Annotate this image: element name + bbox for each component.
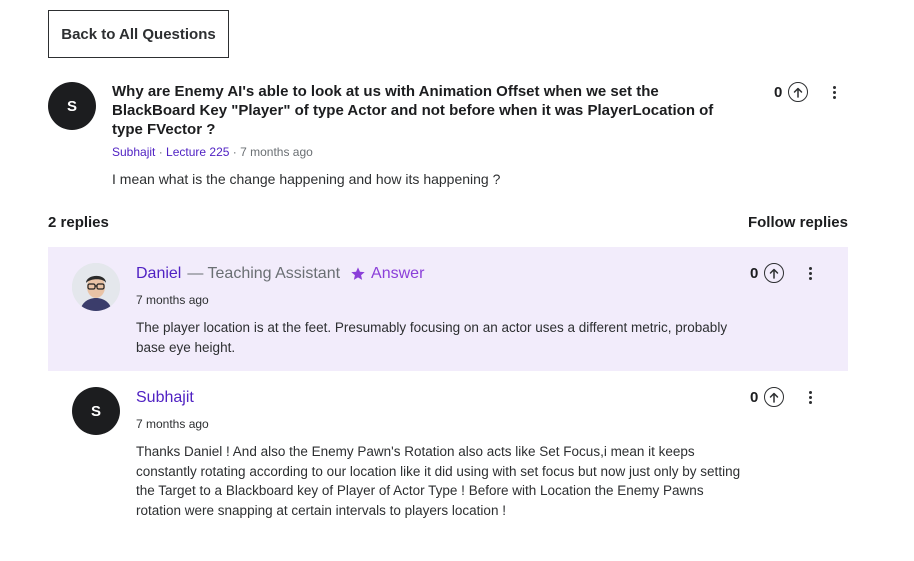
reply-vote: 0	[750, 263, 785, 283]
upvote-button[interactable]	[764, 387, 785, 407]
avatar[interactable]: S	[48, 82, 96, 130]
question-more-options-icon[interactable]	[828, 83, 840, 101]
arrow-up-icon	[770, 268, 779, 279]
avatar[interactable]	[72, 263, 120, 311]
avatar[interactable]: S	[72, 387, 120, 435]
user-photo-icon	[72, 263, 120, 311]
meta-separator: ·	[229, 145, 241, 159]
answer-badge: Answer	[350, 265, 424, 283]
replies-header: 2 replies Follow replies	[48, 214, 848, 234]
vote-count: 0	[750, 388, 759, 406]
vote-count: 0	[774, 83, 783, 101]
reply-item: S Subhajit 7 months ago Thanks Daniel ! …	[48, 371, 848, 531]
reply-more-options-icon[interactable]	[804, 264, 816, 282]
reply-author-line: Daniel — Teaching Assistant Answer	[136, 265, 424, 283]
reply-time: 7 months ago	[136, 417, 209, 431]
reply-vote: 0	[750, 387, 785, 407]
question-vote: 0	[774, 82, 809, 102]
star-icon	[351, 267, 365, 280]
question-body: I mean what is the change happening and …	[112, 171, 501, 187]
reply-author-role: — Teaching Assistant	[187, 265, 341, 282]
reply-item: Daniel — Teaching Assistant Answer 7 mon…	[48, 247, 848, 371]
answer-badge-label: Answer	[371, 265, 425, 282]
reply-time: 7 months ago	[136, 293, 209, 307]
question-time: 7 months ago	[240, 145, 313, 159]
question-meta: Subhajit · Lecture 225 · 7 months ago	[112, 145, 313, 159]
vote-count: 0	[750, 264, 759, 282]
reply-body: The player location is at the feet. Pres…	[136, 320, 728, 355]
meta-separator: ·	[155, 145, 167, 159]
replies-count: 2 replies	[48, 214, 109, 231]
arrow-up-icon	[794, 87, 803, 98]
arrow-up-icon	[770, 392, 779, 403]
lecture-link[interactable]: Lecture 225	[166, 145, 229, 159]
reply-more-options-icon[interactable]	[804, 388, 816, 406]
reply-author-name[interactable]: Subhajit	[136, 389, 194, 407]
question-title: Why are Enemy AI's able to look at us wi…	[112, 83, 714, 138]
back-to-all-questions-button[interactable]: Back to All Questions	[48, 10, 229, 58]
upvote-button[interactable]	[788, 82, 809, 102]
upvote-button[interactable]	[764, 263, 785, 283]
follow-replies-button[interactable]: Follow replies	[748, 214, 848, 231]
reply-author-line: Subhajit	[136, 389, 194, 407]
reply-author-name[interactable]: Daniel	[136, 265, 181, 283]
question-author-link[interactable]: Subhajit	[112, 145, 155, 159]
reply-body: Thanks Daniel ! And also the Enemy Pawn'…	[136, 444, 741, 518]
